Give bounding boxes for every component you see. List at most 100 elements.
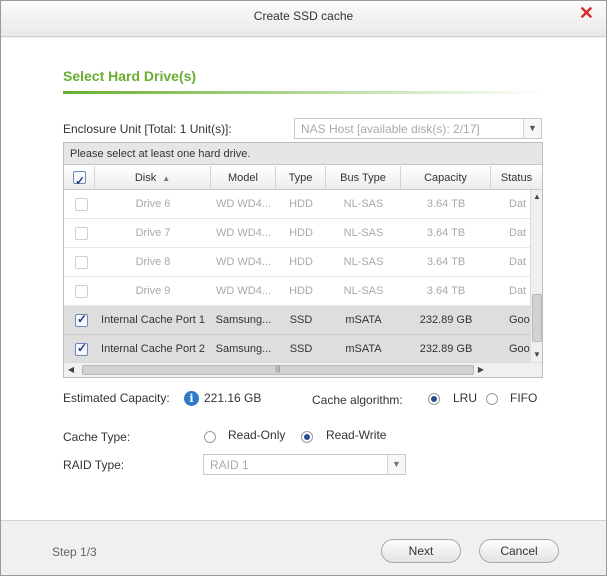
estimated-capacity-label: Estimated Capacity: (63, 391, 170, 405)
enclosure-select[interactable]: NAS Host [available disk(s): 2/17] ▼ (294, 118, 542, 139)
disk-cell: Drive 8 (135, 256, 171, 268)
lru-radio[interactable] (428, 393, 440, 405)
type-cell: SSD (289, 314, 313, 326)
row-checkbox (75, 198, 88, 211)
capacity-cell: 3.64 TB (426, 198, 466, 210)
type-cell: HDD (289, 256, 313, 268)
row-checkbox (75, 256, 88, 269)
column-header-type[interactable]: Type (276, 166, 326, 190)
table-row: Drive 7 WD WD4... HDD NL-SAS 3.64 TB Dat (64, 219, 530, 248)
capacity-cell: 3.64 TB (426, 227, 466, 239)
enclosure-label: Enclosure Unit [Total: 1 Unit(s)]: (63, 122, 232, 136)
row-checkbox (75, 227, 88, 240)
horizontal-scroll-thumb[interactable]: ||| (82, 365, 474, 375)
scroll-up-icon[interactable]: ▲ (531, 190, 542, 204)
column-header-model[interactable]: Model (211, 166, 276, 190)
raid-type-label: RAID Type: (63, 458, 125, 472)
create-ssd-cache-dialog: Create SSD cache ✕ Select Hard Drive(s) … (0, 0, 607, 576)
disk-cell: Drive 6 (135, 198, 171, 210)
lru-label[interactable]: LRU (453, 391, 477, 405)
dialog-titlebar: Create SSD cache ✕ (1, 1, 606, 37)
dialog-footer: Step 1/3 Next Cancel (1, 520, 606, 575)
grid-rows: Drive 6 WD WD4... HDD NL-SAS 3.64 TB Dat… (64, 190, 530, 362)
fifo-label[interactable]: FIFO (510, 391, 537, 405)
type-cell: HDD (289, 227, 313, 239)
scroll-down-icon[interactable]: ▼ (531, 348, 542, 362)
table-row: Drive 8 WD WD4... HDD NL-SAS 3.64 TB Dat (64, 248, 530, 277)
model-cell: Samsung... (215, 314, 272, 326)
type-cell: SSD (289, 343, 313, 355)
disk-cell: Internal Cache Port 1 (101, 314, 205, 326)
column-header-disk-label: Disk (134, 172, 157, 184)
row-checkbox[interactable] (75, 341, 88, 356)
horizontal-scrollbar[interactable]: ◀ ||| ▶ (64, 362, 542, 377)
scroll-left-icon[interactable]: ◀ (64, 363, 78, 377)
dialog-body: Select Hard Drive(s) Enclosure Unit [Tot… (1, 38, 606, 520)
dialog-title: Create SSD cache (253, 9, 354, 23)
row-checkbox[interactable] (75, 312, 88, 327)
read-write-radio[interactable] (301, 431, 313, 443)
bus-type-cell: NL-SAS (343, 198, 384, 210)
model-cell: WD WD4... (216, 198, 271, 210)
table-row: Drive 9 WD WD4... HDD NL-SAS 3.64 TB Dat (64, 277, 530, 306)
column-header-capacity[interactable]: Capacity (401, 166, 491, 190)
type-cell: HDD (289, 285, 313, 297)
capacity-cell: 3.64 TB (426, 256, 466, 268)
header-select-all-cell (64, 166, 95, 193)
capacity-cell: 232.89 GB (419, 314, 473, 326)
grid-info-text: Please select at least one hard drive. (64, 143, 542, 165)
close-icon[interactable]: ✕ (579, 4, 594, 22)
capacity-cell: 232.89 GB (419, 343, 473, 355)
status-cell: Dat (509, 227, 527, 239)
cancel-button[interactable]: Cancel (479, 539, 559, 563)
column-header-bus-type[interactable]: Bus Type (326, 166, 401, 190)
chevron-down-icon: ▼ (387, 455, 405, 474)
read-only-radio[interactable] (204, 431, 216, 443)
select-all-checkbox[interactable] (73, 169, 86, 193)
model-cell: WD WD4... (216, 256, 271, 268)
raid-type-select-value: RAID 1 (210, 458, 249, 472)
bus-type-cell: NL-SAS (343, 285, 384, 297)
status-cell: Dat (509, 198, 527, 210)
chevron-down-icon[interactable]: ▼ (523, 119, 541, 138)
model-cell: WD WD4... (216, 227, 271, 239)
table-row[interactable]: Internal Cache Port 2 Samsung... SSD mSA… (64, 335, 530, 362)
status-cell: Dat (509, 285, 527, 297)
column-header-disk[interactable]: Disk ▲ (95, 166, 211, 190)
disk-cell: Internal Cache Port 2 (101, 343, 205, 355)
bus-type-cell: mSATA (345, 314, 382, 326)
sort-ascending-icon: ▲ (162, 174, 171, 183)
info-icon[interactable]: i (184, 391, 199, 406)
model-cell: Samsung... (215, 343, 272, 355)
capacity-cell: 3.64 TB (426, 285, 466, 297)
estimated-capacity-value: 221.16 GB (204, 391, 262, 405)
grid-header: Disk ▲ Model Type Bus Type Capacity Stat… (64, 166, 542, 193)
model-cell: WD WD4... (216, 285, 271, 297)
next-button[interactable]: Next (381, 539, 461, 563)
disk-cell: Drive 7 (135, 227, 171, 239)
step-indicator: Step 1/3 (52, 545, 97, 559)
cache-algorithm-label: Cache algorithm: (312, 393, 403, 407)
table-row: Drive 6 WD WD4... HDD NL-SAS 3.64 TB Dat (64, 190, 530, 219)
bus-type-cell: mSATA (345, 343, 382, 355)
cache-type-label: Cache Type: (63, 430, 131, 444)
scroll-right-icon[interactable]: ▶ (474, 363, 488, 377)
vertical-scroll-thumb[interactable] (532, 294, 542, 342)
raid-type-select: RAID 1 ▼ (203, 454, 406, 475)
bus-type-cell: NL-SAS (343, 227, 384, 239)
vertical-scrollbar[interactable]: ▲ ▼ (530, 190, 542, 362)
fifo-radio[interactable] (486, 393, 498, 405)
column-header-status[interactable]: Status (491, 166, 542, 190)
read-write-label[interactable]: Read-Write (326, 428, 386, 442)
enclosure-select-value: NAS Host [available disk(s): 2/17] (301, 122, 480, 136)
row-checkbox (75, 285, 88, 298)
disk-grid: Please select at least one hard drive. D… (63, 142, 543, 378)
status-cell: Goo (509, 343, 530, 355)
table-row[interactable]: Internal Cache Port 1 Samsung... SSD mSA… (64, 306, 530, 335)
section-divider (63, 91, 543, 94)
disk-cell: Drive 9 (135, 285, 171, 297)
read-only-label[interactable]: Read-Only (228, 428, 285, 442)
bus-type-cell: NL-SAS (343, 256, 384, 268)
type-cell: HDD (289, 198, 313, 210)
status-cell: Dat (509, 256, 527, 268)
